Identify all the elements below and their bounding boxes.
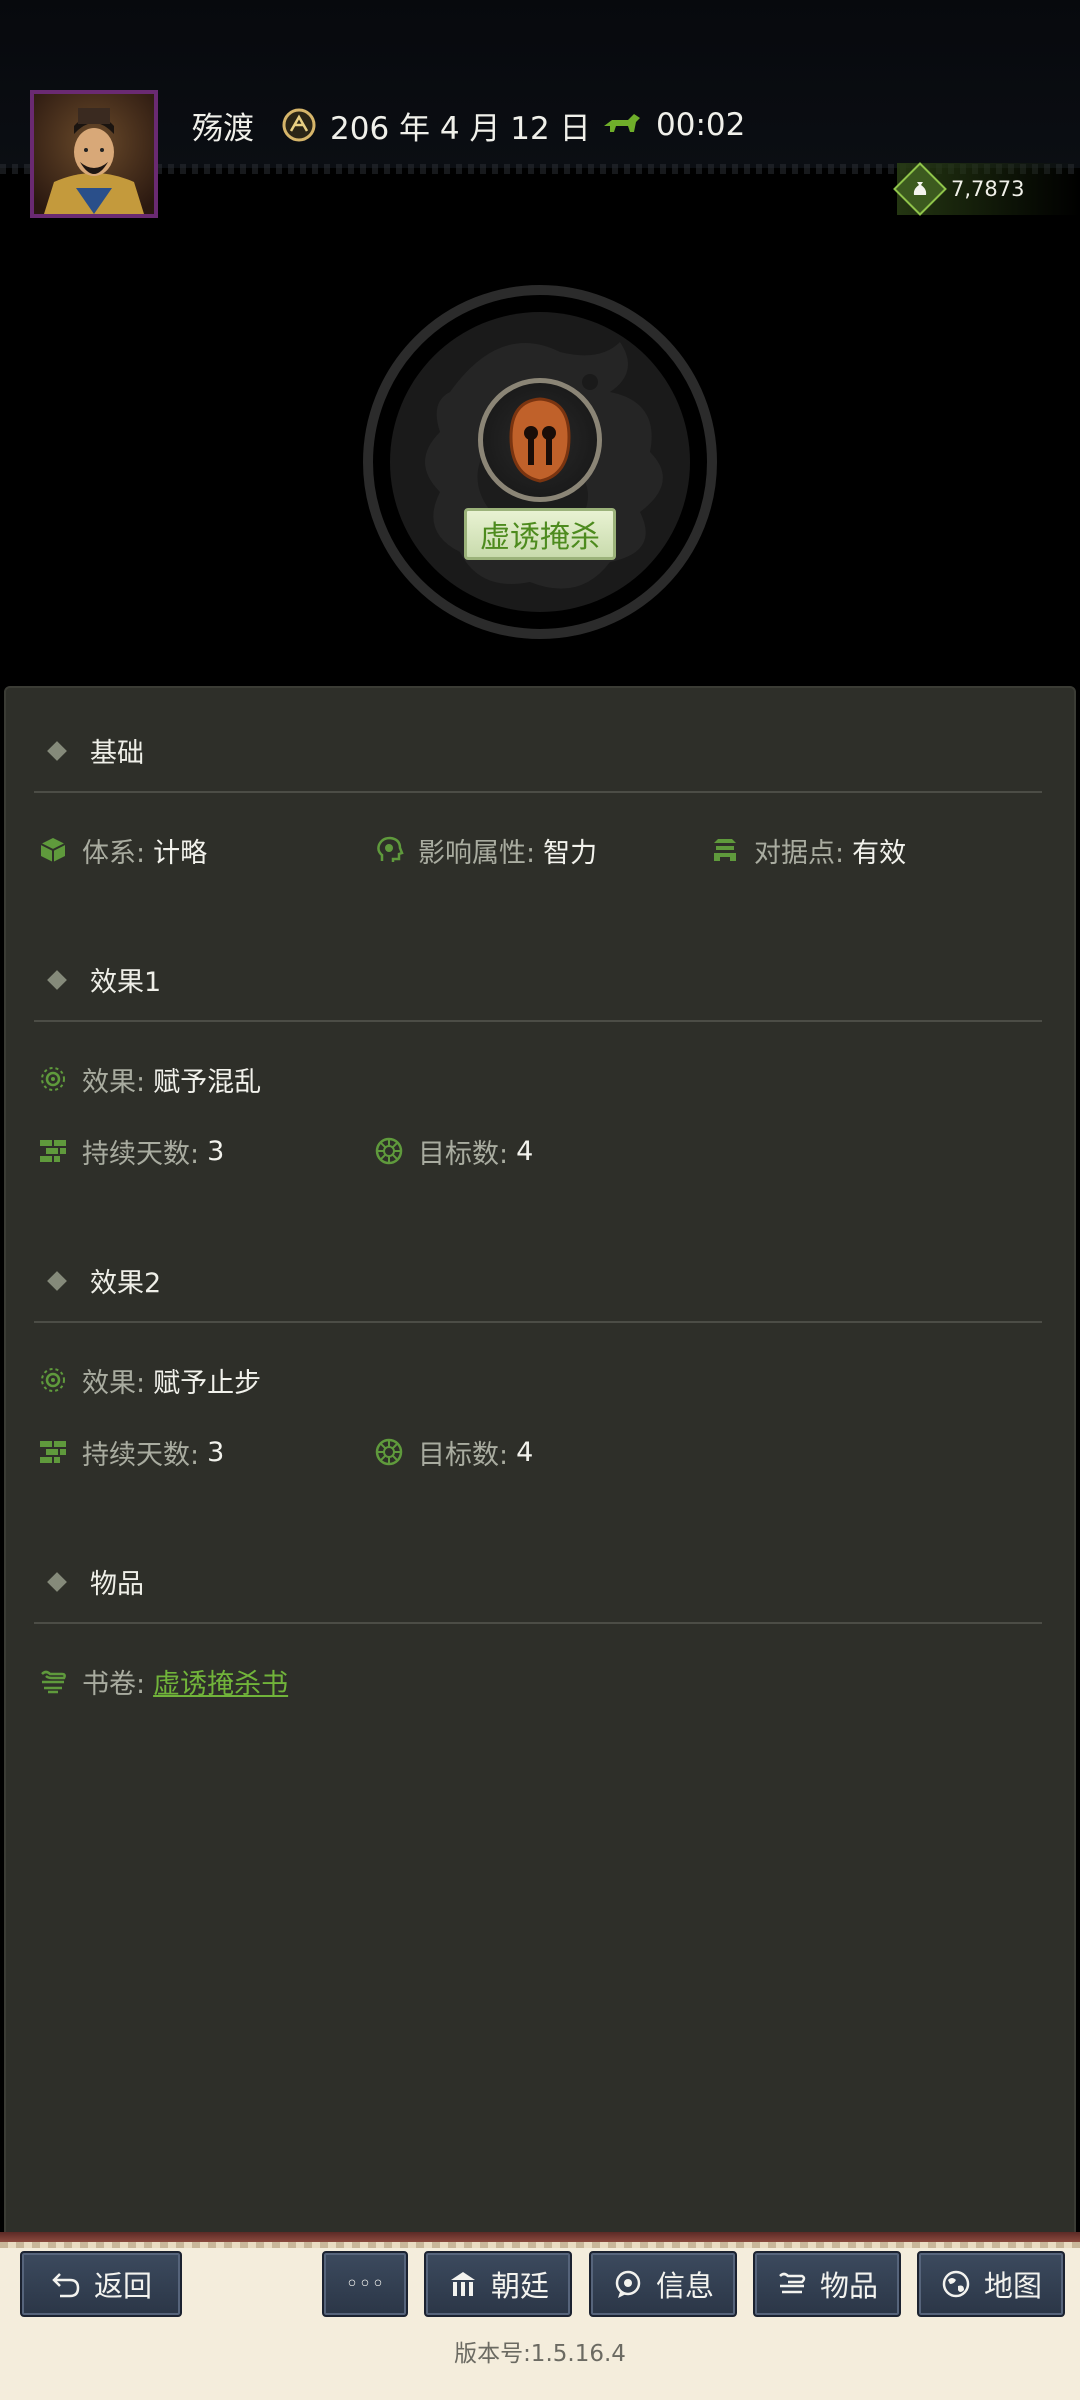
chat-icon bbox=[615, 2270, 641, 2298]
skill-detail-screen: 殇渡 206 年 4 月 12 日 00:02 7,7873 虚诱掩杀 基础 体… bbox=[0, 0, 1080, 2400]
tactic-mask-icon bbox=[509, 397, 571, 483]
globe-icon bbox=[942, 2270, 970, 2298]
scroll-link[interactable]: 虚诱掩杀书 bbox=[153, 1662, 288, 1701]
divider bbox=[34, 1622, 1042, 1624]
section-diamond-icon bbox=[47, 969, 67, 990]
gear-round-icon bbox=[282, 108, 316, 142]
head-icon bbox=[377, 836, 404, 862]
attribute-row: 影响属性: 智力 bbox=[374, 830, 597, 870]
scroll-icon bbox=[779, 2272, 806, 2294]
scroll-label: 书卷: bbox=[82, 1668, 146, 1700]
section-basic-label: 基础 bbox=[90, 738, 144, 769]
effect1-days-row: 持续天数: 3 bbox=[38, 1131, 224, 1171]
system-label: 体系: bbox=[82, 837, 146, 869]
ruler-portrait-image bbox=[34, 94, 154, 214]
more-label: ◦◦◦ bbox=[345, 2271, 385, 2297]
effect2-effect-row: 效果: 赋予止步 bbox=[38, 1360, 261, 1400]
date-text: 206 年 4 月 12 日 bbox=[330, 110, 591, 147]
target-icon bbox=[375, 1137, 403, 1165]
cube-icon bbox=[40, 838, 66, 862]
days-label: 持续天数: bbox=[82, 1439, 200, 1471]
system-value: 计略 bbox=[153, 837, 208, 869]
gate-icon bbox=[714, 839, 736, 861]
stronghold-label: 对据点: bbox=[754, 837, 845, 869]
divider bbox=[34, 1020, 1042, 1022]
section-diamond-icon bbox=[47, 1571, 67, 1592]
effect1-targets-row: 目标数: 4 bbox=[374, 1131, 533, 1171]
game-date: 206 年 4 月 12 日 bbox=[282, 100, 591, 150]
info-button[interactable]: 信息 bbox=[589, 2251, 737, 2317]
stronghold-value: 有效 bbox=[852, 837, 907, 869]
skill-icon[interactable] bbox=[478, 378, 602, 502]
section-title-effect1: 效果1 bbox=[47, 960, 162, 999]
gold-counter[interactable]: 7,7873 bbox=[893, 162, 1080, 216]
gold-bag-icon bbox=[893, 162, 947, 216]
effect-label: 效果: bbox=[82, 1367, 146, 1399]
attribute-value: 智力 bbox=[543, 837, 598, 869]
effect1-effect-row: 效果: 赋予混乱 bbox=[38, 1059, 261, 1099]
targets-value: 4 bbox=[516, 1436, 534, 1468]
section-title-effect2: 效果2 bbox=[47, 1261, 162, 1300]
bricks-icon bbox=[40, 1140, 66, 1162]
palace-icon bbox=[450, 2272, 475, 2296]
skill-name-label: 虚诱掩杀 bbox=[464, 508, 616, 560]
system-row: 体系: 计略 bbox=[38, 830, 207, 870]
stronghold-row: 对据点: 有效 bbox=[710, 830, 906, 870]
targets-value: 4 bbox=[516, 1135, 534, 1167]
gold-amount: 7,7873 bbox=[951, 177, 1025, 201]
map-button[interactable]: 地图 bbox=[917, 2251, 1065, 2317]
effect-value: 赋予混乱 bbox=[153, 1066, 262, 1098]
bricks-icon bbox=[40, 1441, 66, 1463]
targets-label: 目标数: bbox=[418, 1138, 509, 1170]
items-button[interactable]: 物品 bbox=[753, 2251, 901, 2317]
sun-icon bbox=[41, 1067, 65, 1091]
court-label: 朝廷 bbox=[490, 2269, 549, 2303]
info-label: 信息 bbox=[655, 2269, 714, 2303]
items-label: 物品 bbox=[819, 2269, 878, 2303]
back-label: 返回 bbox=[93, 2269, 152, 2303]
scroll-row: 书卷: 虚诱掩杀书 bbox=[38, 1661, 288, 1701]
time-text: 00:02 bbox=[656, 107, 746, 143]
back-button[interactable]: 返回 bbox=[20, 2251, 182, 2317]
court-button[interactable]: 朝廷 bbox=[424, 2251, 572, 2317]
section-effect1-label: 效果1 bbox=[90, 967, 162, 998]
section-items-label: 物品 bbox=[90, 1569, 144, 1600]
divider bbox=[34, 791, 1042, 793]
scroll-icon bbox=[41, 1670, 66, 1694]
back-arrow-icon bbox=[52, 2273, 80, 2298]
effect-label: 效果: bbox=[82, 1066, 146, 1098]
game-time: 00:02 bbox=[602, 100, 745, 150]
section-diamond-icon bbox=[47, 740, 67, 761]
sun-icon bbox=[41, 1368, 65, 1392]
map-label: 地图 bbox=[983, 2269, 1042, 2303]
attribute-label: 影响属性: bbox=[418, 837, 536, 869]
targets-label: 目标数: bbox=[418, 1439, 509, 1471]
divider bbox=[34, 1321, 1042, 1323]
days-value: 3 bbox=[207, 1436, 225, 1468]
section-diamond-icon bbox=[47, 1270, 67, 1291]
more-button[interactable]: ◦◦◦ bbox=[322, 2251, 408, 2317]
version-label: 版本号:1.5.16.4 bbox=[454, 2341, 626, 2367]
ruler-avatar[interactable] bbox=[30, 90, 158, 218]
effect2-targets-row: 目标数: 4 bbox=[374, 1432, 533, 1472]
horse-icon bbox=[604, 114, 640, 132]
target-icon bbox=[375, 1438, 403, 1466]
section-title-items: 物品 bbox=[47, 1562, 144, 1601]
location-name: 殇渡 bbox=[192, 110, 254, 147]
days-label: 持续天数: bbox=[82, 1138, 200, 1170]
section-effect2-label: 效果2 bbox=[90, 1268, 162, 1299]
days-value: 3 bbox=[207, 1135, 225, 1167]
effect2-days-row: 持续天数: 3 bbox=[38, 1432, 224, 1472]
section-title-basic: 基础 bbox=[47, 731, 144, 770]
effect-value: 赋予止步 bbox=[153, 1367, 262, 1399]
